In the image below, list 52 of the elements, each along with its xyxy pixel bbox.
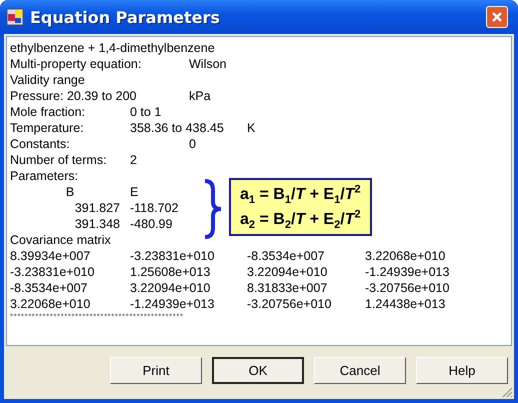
output-text: 1.25608e+013 [130,264,210,280]
output-text: 3.22068e+010 [365,248,446,264]
output-text: Covariance matrix [10,232,111,248]
output-text: Pressure: 20.39 to 200 [10,88,136,104]
output-text: 391.827 [74,200,120,216]
output-text: 391.348 [74,216,120,232]
dialog-button[interactable]: Cancel [314,357,406,384]
output-text: 8.31833e+007 [247,280,328,296]
output-text: -3.20756e+010 [247,296,332,312]
output-text: B [66,184,74,200]
output-text: -1.24939e+013 [130,296,214,312]
output-text: -3.23831e+010 [130,248,214,264]
output-text: Number of terms: [10,152,107,168]
output-text: Parameters: [10,168,78,184]
close-button[interactable] [486,6,508,28]
output-text: 0 to 1 [130,104,162,120]
output-text: Wilson [189,56,227,72]
resize-grip-icon[interactable] [501,386,513,398]
dialog-button[interactable]: OK [212,357,304,384]
output-text: 8.39934e+007 [10,248,90,264]
output-text: -3.20756e+010 [365,280,450,296]
dialog-button[interactable]: Print [110,357,202,384]
output-text: 1.24438e+013 [365,296,446,312]
app-icon [6,8,24,26]
output-text: Constants: [10,136,70,152]
output-text: Mole fraction: [10,104,86,120]
output-text: -118.702 [130,200,178,216]
output-text: -8.3534e+007 [247,248,325,264]
output-text: 2 [130,152,137,168]
output-text: -480.99 [130,216,172,232]
output-text: K [247,120,256,136]
separator-text: ************************************************ [10,312,184,322]
output-text: Multi-property equation: [10,56,142,72]
output-text: ethylbenzene + 1,4-dimethylbenzene [10,40,215,56]
output-text: 0 [189,136,196,152]
output-text: -1.24939e+013 [365,264,450,280]
output-text: E [130,184,138,200]
dialog-button[interactable]: Help [416,357,508,384]
output-text: 3.22068e+010 [10,296,90,312]
output-text: -3.23831e+010 [10,264,94,280]
window-title: Equation Parameters [30,8,221,26]
equation-text: a$_{2}$ = B$_{2}$/T + E$_{2}$/T$^{2}$ [240,208,361,232]
output-text: kPa [189,88,211,104]
output-text: 3.22094e+010 [247,264,328,280]
close-icon [491,11,503,23]
output-text: Validity range [10,72,85,88]
output-text: 3.22094e+010 [130,280,210,296]
output-text: 358.36 to 438.45 [130,120,224,136]
equation-text: a$_{1}$ = B$_{1}$/T + E$_{1}$/T$^{2}$ [240,182,361,207]
output-text: -8.3534e+007 [10,280,88,296]
output-text: Temperature: [10,120,84,136]
brace-icon [203,178,223,240]
